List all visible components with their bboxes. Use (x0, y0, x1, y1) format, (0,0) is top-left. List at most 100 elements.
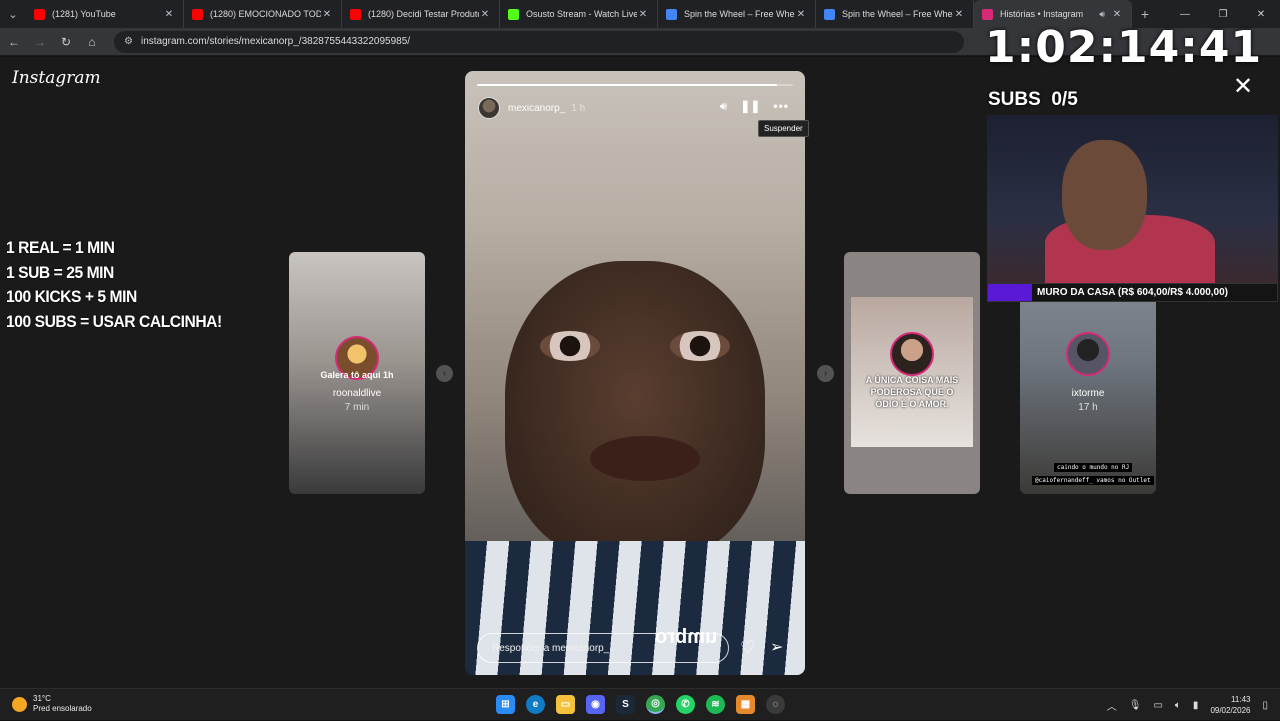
instagram-logo[interactable]: Instagram (12, 68, 101, 88)
story-author-avatar[interactable] (478, 97, 500, 119)
file-explorer-icon[interactable]: ▭ (556, 695, 575, 714)
battery-icon[interactable]: ▮ (1193, 700, 1199, 711)
edge-icon[interactable]: e (526, 695, 545, 714)
kick-icon (508, 8, 519, 20)
stream-rules-overlay: 1 REAL = 1 MIN 1 SUB = 25 MIN 100 KICKS … (6, 236, 222, 334)
clock-time: 11:43 (1231, 695, 1251, 704)
wheel-icon (666, 8, 677, 20)
rule-line: 1 SUB = 25 MIN (6, 262, 114, 282)
subs-label: SUBS (988, 89, 1041, 110)
spotify-icon[interactable]: ≋ (706, 695, 725, 714)
tab-title: (1280) Decidi Testar Produtos d (368, 9, 479, 19)
start-icon[interactable]: ⊞ (496, 695, 515, 714)
story-time: 17 h (1078, 402, 1098, 413)
site-info-icon[interactable]: ⚙ (124, 36, 133, 47)
donation-goal-bar: MURO DA CASA (R$ 604,00/R$ 4.000,00) (987, 283, 1278, 302)
story-progress-fill (477, 84, 778, 86)
story-video-mouth (590, 436, 700, 481)
chrome-icon[interactable]: ◎ (646, 695, 665, 714)
weather-condition: Pred ensolarado (33, 704, 92, 713)
tab-title: Spin the Wheel – Free Wheel Sp (842, 9, 953, 19)
wheel-icon (824, 8, 835, 20)
story-reply-input[interactable]: Responder a mexicanorp_... (477, 633, 729, 663)
story-mention: @caiofernandeff_ vamos no Outlet (1032, 476, 1154, 485)
tab-close-icon[interactable]: ✕ (1111, 9, 1123, 20)
story-timestamp: 1 h (571, 102, 586, 114)
chevron-up-icon[interactable]: ︿ (1107, 698, 1117, 713)
youtube-icon (34, 8, 45, 20)
story-caption: caindo o mundo no RJ (1054, 463, 1133, 472)
tab-title: Spin the Wheel – Free Wheel Sp (684, 9, 795, 19)
temperature: 31°C (33, 694, 51, 703)
address-bar[interactable]: ⚙ instagram.com/stories/mexicanorp_/3828… (114, 30, 964, 53)
more-options-icon[interactable]: ••• (773, 99, 789, 114)
taskbar-apps: ⊞ e ▭ ◉ S ◎ ✆ ≋ ▦ ◌ (496, 695, 785, 714)
close-stories-icon[interactable]: ✕ (1233, 72, 1253, 101)
youtube-icon (192, 8, 203, 20)
tab-title: (1280) EMOCIONADO TODO EN (210, 9, 321, 19)
story-viewer[interactable]: umbro mexicanorp_ 1 h 🔊︎ ❚❚ ••• Responde… (465, 71, 805, 675)
whatsapp-icon[interactable]: ✆ (676, 695, 695, 714)
subs-counter: SUBS 0/5 (988, 89, 1078, 111)
side-story-right-1[interactable]: A ÚNICA COISA MAIS PODEROSA QUE O ÓDIO É… (844, 252, 980, 494)
volume-tray-icon[interactable]: 🔈︎ (1175, 700, 1181, 711)
forward-icon[interactable]: → (28, 30, 52, 54)
steam-icon[interactable]: S (616, 695, 635, 714)
tab-close-icon[interactable]: ✕ (479, 9, 491, 20)
notification-icon[interactable]: ▯ (1262, 700, 1268, 711)
story-username: ixtorme (1071, 388, 1105, 399)
weather-widget[interactable]: 31°C Pred ensolarado (12, 694, 92, 714)
tab-close-icon[interactable]: ✕ (953, 9, 965, 20)
rule-line: 1 REAL = 1 MIN (6, 238, 115, 257)
clock[interactable]: 11:43 09/02/2026 (1210, 694, 1250, 716)
back-icon[interactable]: ← (2, 30, 26, 54)
tab-close-icon[interactable]: ✕ (163, 9, 175, 20)
pause-icon[interactable]: ❚❚ (740, 99, 760, 114)
next-story-button[interactable]: › (817, 365, 834, 382)
discord-icon[interactable]: ◉ (586, 695, 605, 714)
subs-value: 0/5 (1051, 89, 1078, 110)
browser-tab[interactable]: (1280) Decidi Testar Produtos d✕ (342, 0, 500, 28)
story-avatar (1066, 332, 1110, 376)
tab-close-icon[interactable]: ✕ (637, 9, 649, 20)
instagram-icon (982, 8, 993, 20)
obs-icon[interactable]: ◌ (766, 695, 785, 714)
story-caption: A ÚNICA COISA MAIS PODEROSA QUE O ÓDIO É… (865, 375, 959, 409)
webcam-feed (987, 115, 1278, 283)
story-controls: 🔊︎ ❚❚ ••• (720, 99, 789, 114)
subathon-timer: 1:02:14:41 (985, 22, 1263, 73)
url-text: instagram.com/stories/mexicanorp_/382875… (140, 36, 411, 47)
rule-line: 100 KICKS + 5 MIN (6, 287, 137, 306)
webcam-person (1062, 140, 1147, 250)
network-icon[interactable]: ▭ (1153, 700, 1162, 711)
story-video-eye (540, 331, 600, 361)
reload-icon[interactable]: ↻ (54, 30, 78, 54)
browser-tab[interactable]: Spin the Wheel – Free Wheel Sp✕ (816, 0, 974, 28)
browser-tab[interactable]: Osusto Stream - Watch Live on✕ (500, 0, 658, 28)
system-tray: ︿ 🎙︎ ▭ 🔈︎ ▮ 11:43 09/02/2026 ▯ (1107, 689, 1280, 721)
story-time: 7 min (344, 402, 370, 413)
tab-audio-icon[interactable]: 🔊︎ (1099, 9, 1105, 20)
tab-title: Osusto Stream - Watch Live on (526, 9, 637, 19)
story-author-username[interactable]: mexicanorp_ (508, 103, 565, 114)
volume-icon[interactable]: 🔊︎ (720, 99, 728, 114)
story-header: mexicanorp_ 1 h (478, 97, 585, 119)
streaming-app-icon[interactable]: ▦ (736, 695, 755, 714)
windows-taskbar: 31°C Pred ensolarado ⊞ e ▭ ◉ S ◎ ✆ ≋ ▦ ◌… (0, 688, 1280, 720)
home-icon[interactable]: ⌂ (80, 30, 104, 54)
tab-search-icon[interactable]: ⌄ (0, 0, 26, 28)
heart-icon[interactable]: ♡ (740, 638, 755, 658)
browser-tab[interactable]: Spin the Wheel – Free Wheel Sp✕ (658, 0, 816, 28)
side-story-left[interactable]: Galera tô aqui 1h roonaldlive 7 min (289, 252, 425, 494)
microphone-icon[interactable]: 🎙︎ (1129, 700, 1142, 711)
tab-close-icon[interactable]: ✕ (321, 9, 333, 20)
previous-story-button[interactable]: ‹ (436, 365, 453, 382)
goal-text: MURO DA CASA (R$ 604,00/R$ 4.000,00) (1037, 287, 1228, 298)
clock-date: 09/02/2026 (1210, 706, 1251, 715)
browser-tab[interactable]: (1280) EMOCIONADO TODO EN✕ (184, 0, 342, 28)
browser-tab[interactable]: (1281) YouTube ✕ (26, 0, 184, 28)
tab-title: (1281) YouTube (52, 9, 116, 19)
rule-line: 100 SUBS = USAR CALCINHA! (6, 311, 222, 331)
send-icon[interactable]: ➢ (770, 637, 783, 657)
tab-close-icon[interactable]: ✕ (795, 9, 807, 20)
